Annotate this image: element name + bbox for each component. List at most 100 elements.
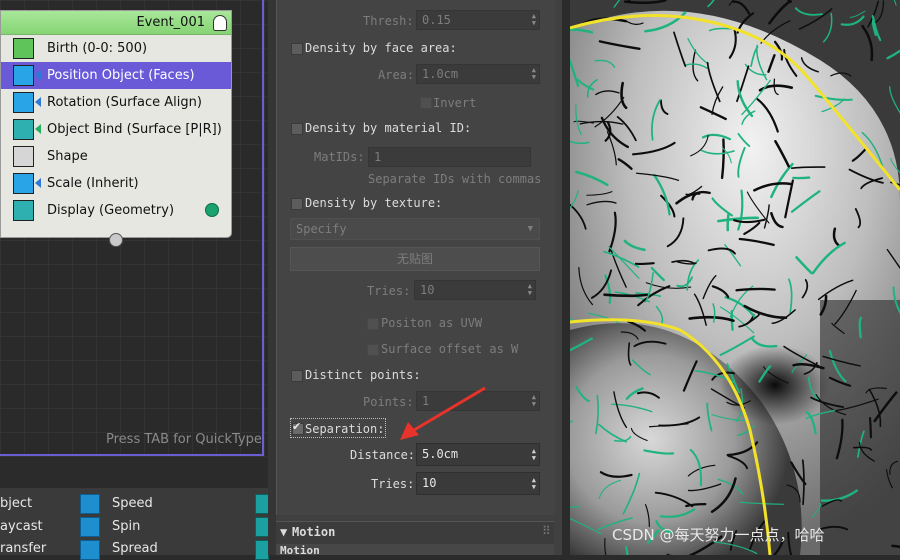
invert-checkbox[interactable] xyxy=(420,97,432,109)
density-material-checkbox[interactable] xyxy=(291,123,303,135)
operator-object-bind[interactable]: Object Bind (Surface [P|R]) xyxy=(1,116,231,143)
no-map-button[interactable]: 无贴图 xyxy=(290,247,540,271)
tries-texture-spinner[interactable]: 10 ▲▼ xyxy=(414,280,536,300)
grip-icon: ⠿ xyxy=(542,524,551,538)
event-output-port[interactable] xyxy=(109,233,123,247)
area-label: Area: xyxy=(378,68,414,82)
operator-arrow-icon xyxy=(35,97,41,107)
operator-label: Display (Geometry) xyxy=(47,203,174,218)
thresh-label: Thresh: xyxy=(363,14,414,28)
distance-spinner[interactable]: 5.0cm ▲▼ xyxy=(416,443,540,466)
operator-arrow-icon xyxy=(35,124,41,134)
annotation-arrow xyxy=(395,385,490,445)
3d-viewport[interactable] xyxy=(570,0,900,555)
thresh-spinner[interactable]: 0.15 ▲▼ xyxy=(416,10,540,30)
motion-rollout-title: Motion xyxy=(292,525,335,539)
operator-label: Birth (0-0: 500) xyxy=(47,41,147,56)
operator-display[interactable]: Display (Geometry) xyxy=(1,197,231,224)
collapse-triangle-icon: ▼ xyxy=(280,525,287,539)
quicktype-hint: Press TAB for QuickType xyxy=(106,432,262,447)
invert-label: Invert xyxy=(433,96,476,110)
tries-value: 10 xyxy=(422,476,436,490)
lightbulb-icon[interactable] xyxy=(213,15,227,31)
grass-strand xyxy=(605,295,648,296)
operator-birth[interactable]: Birth (0-0: 500) xyxy=(1,35,231,62)
motion-rollout-body: Motion xyxy=(276,544,554,555)
operator-arrow-icon xyxy=(35,178,41,188)
event-header[interactable]: Event_001 xyxy=(1,11,231,35)
matids-value: 1 xyxy=(374,150,381,164)
object-bind-icon xyxy=(13,119,34,140)
display-icon xyxy=(13,200,34,221)
position-uvw-checkbox[interactable] xyxy=(367,318,379,330)
area-spinner[interactable]: 1.0cm ▲▼ xyxy=(416,64,540,84)
spinner-arrows-icon[interactable]: ▲▼ xyxy=(532,13,536,27)
distance-value: 5.0cm xyxy=(422,447,458,461)
tries-texture-label: Tries: xyxy=(367,284,410,298)
depot-item-spin[interactable]: Spin xyxy=(112,519,140,534)
spin-icon[interactable] xyxy=(80,517,100,537)
tries-spinner[interactable]: 10 ▲▼ xyxy=(416,472,540,495)
separation-checkbox[interactable] xyxy=(292,423,304,435)
depot-icon[interactable] xyxy=(255,517,269,537)
depot-icon[interactable] xyxy=(255,540,269,560)
density-face-area-label: Density by face area: xyxy=(305,41,457,55)
spinner-arrows-icon[interactable]: ▲▼ xyxy=(532,477,536,491)
specify-dropdown[interactable]: Specify▼ xyxy=(290,218,540,240)
depot-item-object[interactable]: bject xyxy=(0,496,32,511)
chevron-down-icon: ▼ xyxy=(528,219,533,239)
matids-label: MatIDs: xyxy=(314,150,365,164)
distance-label: Distance: xyxy=(350,448,415,462)
thresh-value: 0.15 xyxy=(422,13,451,27)
grass-strand xyxy=(793,178,809,179)
surface-offset-checkbox[interactable] xyxy=(367,344,379,356)
tries-label: Tries: xyxy=(371,477,414,491)
operator-label: Object Bind (Surface [P|R]) xyxy=(47,122,222,137)
surface-offset-label: Surface offset as W xyxy=(381,342,518,356)
distinct-points-checkbox[interactable] xyxy=(291,370,303,382)
operator-position-object[interactable]: Position Object (Faces) xyxy=(1,62,231,89)
event-node[interactable]: Event_001 Birth (0-0: 500) Position Obje… xyxy=(0,10,232,238)
separation-label: Separation: xyxy=(305,422,384,436)
depot-item-speed[interactable]: Speed xyxy=(112,496,153,511)
depot-item-transfer[interactable]: ransfer xyxy=(0,541,46,556)
area-value: 1.0cm xyxy=(422,67,458,81)
grass-strand xyxy=(860,318,861,337)
grass-strand xyxy=(737,289,775,290)
motion-rollout-header[interactable]: ▼ Motion ⠿ xyxy=(276,521,554,544)
matids-input[interactable]: 1 xyxy=(368,147,531,167)
spinner-arrows-icon[interactable]: ▲▼ xyxy=(532,67,536,81)
density-texture-checkbox[interactable] xyxy=(291,198,303,210)
tries-texture-value: 10 xyxy=(420,283,434,297)
grass-strand xyxy=(870,418,871,437)
operator-depot: bject aycast ransfer Speed Spin Spread xyxy=(0,488,268,555)
operator-arrow-icon xyxy=(35,70,41,80)
operator-rotation[interactable]: Rotation (Surface Align) xyxy=(1,89,231,116)
spinner-arrows-icon[interactable]: ▲▼ xyxy=(528,283,532,297)
grass-strand xyxy=(728,215,729,230)
event-title: Event_001 xyxy=(136,15,205,30)
viewport-render xyxy=(570,0,900,555)
depot-icon[interactable] xyxy=(255,494,269,514)
distinct-points-label: Distinct points: xyxy=(305,368,421,382)
position-object-icon xyxy=(13,65,34,86)
spread-icon[interactable] xyxy=(80,540,100,560)
operator-label: Position Object (Faces) xyxy=(47,68,195,83)
grass-strand xyxy=(636,263,654,264)
watermark: CSDN @每天努力一点点，哈哈 xyxy=(612,524,825,545)
operator-scale[interactable]: Scale (Inherit) xyxy=(1,170,231,197)
operator-label: Rotation (Surface Align) xyxy=(47,95,202,110)
particle-view: Event_001 Birth (0-0: 500) Position Obje… xyxy=(0,0,268,458)
operator-shape[interactable]: Shape xyxy=(1,143,231,170)
rotation-icon xyxy=(13,92,34,113)
density-face-area-checkbox[interactable] xyxy=(291,43,303,55)
depot-item-spread[interactable]: Spread xyxy=(112,541,158,556)
spinner-arrows-icon[interactable]: ▲▼ xyxy=(532,394,536,408)
speed-icon[interactable] xyxy=(80,494,100,514)
operator-label: Shape xyxy=(47,149,88,164)
spinner-arrows-icon[interactable]: ▲▼ xyxy=(532,448,536,462)
depot-item-raycast[interactable]: aycast xyxy=(0,519,43,534)
display-color-swatch[interactable] xyxy=(205,203,219,217)
motion-sub-label: Motion xyxy=(280,544,320,557)
position-uvw-label: Positon as UVW xyxy=(381,316,482,330)
